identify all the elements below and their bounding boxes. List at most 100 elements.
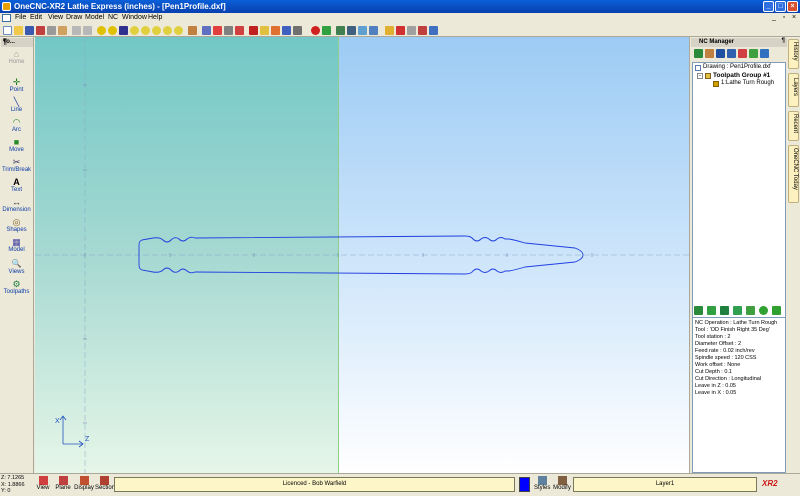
tree-toolpath-group[interactable]: Toolpath Group #1 <box>713 72 770 79</box>
flag-icon[interactable] <box>418 26 427 35</box>
stop-icon[interactable] <box>311 26 320 35</box>
nc-editor-icon[interactable] <box>358 26 367 35</box>
render-icon[interactable] <box>235 26 244 35</box>
prop-path-icon[interactable] <box>720 306 729 315</box>
tool-trim-break[interactable]: ✂ Trim/Break <box>0 157 33 177</box>
tool-shapes[interactable]: ◎ Shapes <box>0 217 33 237</box>
tool-dimension[interactable]: ↔ Dimension <box>0 197 33 217</box>
menu-help[interactable]: Help <box>148 14 162 21</box>
post-process-icon[interactable] <box>347 26 356 35</box>
mdi-minimize-button[interactable]: _ <box>770 14 778 22</box>
minimize-button[interactable]: _ <box>763 1 774 12</box>
prop-link-icon[interactable] <box>733 306 742 315</box>
nc-simulate-icon[interactable] <box>749 49 758 58</box>
tool-text[interactable]: A Text <box>0 177 33 197</box>
tool-views[interactable]: 🔍 Views <box>0 259 33 279</box>
tool-model[interactable]: ▦ Model <box>0 237 33 257</box>
pen-icon[interactable] <box>119 26 128 35</box>
arrow-icon[interactable] <box>429 26 438 35</box>
zoom-fit-icon[interactable] <box>163 26 172 35</box>
simulate-icon[interactable] <box>322 26 331 35</box>
transfer-icon[interactable] <box>369 26 378 35</box>
tool-toolpaths[interactable]: ⚙ Toolpaths <box>0 279 33 299</box>
view-button[interactable]: View <box>36 476 50 496</box>
styles-button[interactable]: Styles <box>534 476 550 496</box>
menu-edit[interactable]: Edit <box>30 14 42 21</box>
menu-nc[interactable]: NC <box>108 14 118 21</box>
zoom-in-icon[interactable] <box>130 26 139 35</box>
zoom-out-icon[interactable] <box>141 26 150 35</box>
nc-post-icon[interactable] <box>760 49 769 58</box>
redo-icon[interactable] <box>83 26 92 35</box>
nc-pin-icon[interactable]: ¶ <box>782 38 785 44</box>
select-icon[interactable] <box>407 26 416 35</box>
zoom-window-icon[interactable] <box>108 26 117 35</box>
backplot-icon[interactable] <box>336 26 345 35</box>
tab-layers[interactable]: Layers <box>788 73 799 107</box>
open-file-icon[interactable] <box>14 26 23 35</box>
nc-new-icon[interactable] <box>694 49 703 58</box>
document-icon[interactable] <box>2 14 11 22</box>
section-button[interactable]: Section <box>95 476 115 496</box>
nc-edit-icon[interactable] <box>705 49 714 58</box>
delete-icon[interactable] <box>396 26 405 35</box>
print-icon[interactable] <box>47 26 56 35</box>
menu-window[interactable]: Window <box>122 14 147 21</box>
tool-line[interactable]: ╲ Line <box>0 97 33 117</box>
tab-onecnc-today[interactable]: OneCNC Today <box>788 145 799 203</box>
current-layer[interactable]: Layer1 <box>573 477 757 492</box>
menu-view[interactable]: View <box>48 14 63 21</box>
current-color-swatch[interactable] <box>519 477 530 492</box>
close-button[interactable]: × <box>787 1 798 12</box>
tool-arc[interactable]: ◠ Arc <box>0 117 33 137</box>
maximize-button[interactable]: □ <box>775 1 786 12</box>
new-file-icon[interactable] <box>3 26 12 35</box>
drawing-icon <box>695 65 701 71</box>
nc-tool-icon[interactable] <box>716 49 725 58</box>
pin-icon[interactable]: ¶ <box>3 39 31 46</box>
whats-this-icon[interactable] <box>772 306 781 315</box>
zoom-all-icon[interactable] <box>97 26 106 35</box>
copy-icon[interactable] <box>58 26 67 35</box>
prop-tool-icon[interactable] <box>694 306 703 315</box>
nc-delete-icon[interactable] <box>738 49 747 58</box>
modify-button[interactable]: Modify <box>553 476 571 496</box>
measure-icon[interactable] <box>385 26 394 35</box>
tool-home[interactable]: ⌂ Home <box>0 49 33 69</box>
prop-line: Spindle speed : 120 CSS <box>695 355 757 361</box>
colors-icon[interactable] <box>260 26 269 35</box>
tree-drawing[interactable]: Drawing : Pen1Profile.dxf <box>703 64 771 71</box>
prop-cut-icon[interactable] <box>707 306 716 315</box>
undo-icon[interactable] <box>72 26 81 35</box>
shade-icon[interactable] <box>213 26 222 35</box>
zoom-previous-icon[interactable] <box>152 26 161 35</box>
layers-icon[interactable] <box>249 26 258 35</box>
help-icon[interactable] <box>759 306 768 315</box>
app-icon[interactable] <box>2 2 11 11</box>
prop-depth-icon[interactable] <box>746 306 755 315</box>
menu-model[interactable]: Model <box>85 14 104 21</box>
mdi-restore-button[interactable]: ▫ <box>780 14 788 22</box>
menu-draw[interactable]: Draw <box>66 14 82 21</box>
nc-regen-icon[interactable] <box>727 49 736 58</box>
tab-history[interactable]: History <box>788 39 799 69</box>
tool-point[interactable]: ✛ Point <box>0 77 33 97</box>
plane-button[interactable]: Plane <box>55 476 71 496</box>
display-button[interactable]: Display <box>74 476 94 496</box>
tool-move[interactable]: ■ Move <box>0 137 33 157</box>
view-planes-icon[interactable] <box>282 26 291 35</box>
mdi-close-button[interactable]: × <box>790 14 798 22</box>
drawing-canvas[interactable]: X Z <box>35 37 689 473</box>
rotate-view-icon[interactable] <box>188 26 197 35</box>
zoom-selection-icon[interactable] <box>174 26 183 35</box>
properties-icon[interactable] <box>271 26 280 35</box>
tab-recent[interactable]: Recent <box>788 111 799 141</box>
tree-expand-toggle[interactable]: − <box>697 73 703 79</box>
tile-views-icon[interactable] <box>293 26 302 35</box>
menu-file[interactable]: File <box>15 14 26 21</box>
wireframe-icon[interactable] <box>224 26 233 35</box>
save-icon[interactable] <box>25 26 34 35</box>
print-preview-icon[interactable] <box>36 26 45 35</box>
grid-view-icon[interactable] <box>202 26 211 35</box>
tree-operation[interactable]: 1:Lathe Turn Rough <box>721 80 774 87</box>
